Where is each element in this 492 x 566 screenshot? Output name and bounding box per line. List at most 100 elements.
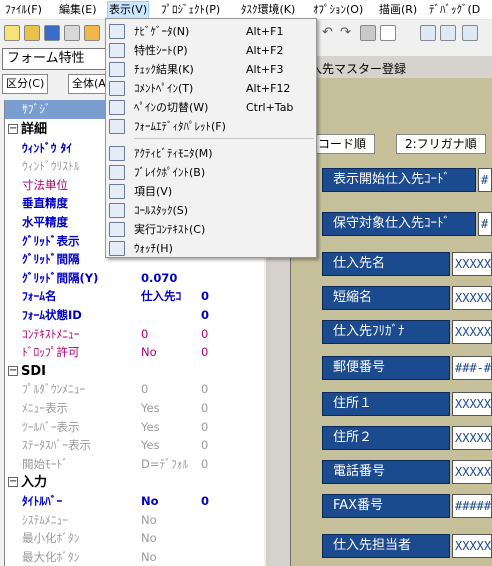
property-row[interactable]: ﾌﾟﾙﾀﾞｳﾝﾒﾆｭｰ 0 0 (5, 380, 261, 399)
redo-icon[interactable]: ↷ (340, 24, 351, 42)
menu-item-shortcut: Alt+F1 (246, 25, 284, 38)
menu-item-label: ﾁｪｯｸ結果(K) (134, 63, 194, 76)
property-row[interactable]: ﾂｰﾙﾊﾞｰ表示 Yes 0 (5, 418, 261, 437)
field-value[interactable]: ##### (452, 494, 492, 518)
property-value[interactable]: 0.070 (141, 269, 177, 288)
view-menu-item[interactable]: ｺｰﾙｽﾀｯｸ(S) (106, 201, 316, 220)
field-label[interactable]: 表示開始仕入先ｺｰﾄﾞ (322, 168, 476, 192)
watch-icon (109, 241, 125, 256)
view-menu-item[interactable]: ﾍﾟｲﾝの切替(W) Ctrl+Tab (106, 98, 316, 117)
save-icon[interactable] (44, 25, 60, 41)
property-name: ｸﾞﾘｯﾄﾞ間隔 (22, 252, 80, 267)
menu-item-shortcut: Alt+F3 (246, 63, 284, 76)
property-value[interactable]: 0 (141, 380, 148, 399)
property-row[interactable]: 最小化ﾎﾞﾀﾝ No (5, 529, 261, 548)
property-value[interactable]: Yes (141, 418, 160, 437)
menu-view[interactable]: 表示(V) (107, 1, 150, 19)
property-row[interactable]: ﾄﾞﾛｯﾌﾟ許可 No 0 (5, 343, 261, 362)
open-folder-icon[interactable] (24, 25, 40, 41)
menu-item-shortcut: Ctrl+Tab (246, 101, 294, 114)
field-value[interactable]: XXXXX (452, 320, 492, 344)
menu-item-label: ﾌｫｰﾑｴﾃﾞｨﾀﾊﾟﾚｯﾄ(F) (134, 120, 226, 133)
property-section[interactable]: − 入力 (5, 473, 261, 492)
field-label[interactable]: 保守対象仕入先ｺｰﾄﾞ (322, 212, 476, 236)
field-label[interactable]: 電話番号 (322, 460, 450, 484)
field-value[interactable]: XXXXX (452, 252, 492, 276)
field-value[interactable]: XXXXX (452, 286, 492, 310)
view-menu-item[interactable]: ﾌﾞﾚｲｸﾎﾟｲﾝﾄ(B) (106, 163, 316, 182)
field-value[interactable]: # (478, 212, 492, 236)
property-value[interactable]: D=ﾃﾞﾌｫﾙ (141, 455, 188, 474)
property-row[interactable]: ﾒﾆｭｰ表示 Yes 0 (5, 399, 261, 418)
build-icon[interactable] (84, 25, 100, 41)
property-row[interactable]: 開始ﾓｰﾄﾞ D=ﾃﾞﾌｫﾙ 0 (5, 455, 261, 474)
property-row[interactable]: ﾀｲﾄﾙﾊﾞｰ No 0 (5, 492, 261, 511)
property-row[interactable]: ｺﾝﾃｷｽﾄﾒﾆｭｰ 0 0 (5, 325, 261, 344)
window-icon[interactable] (440, 25, 456, 41)
field-value[interactable]: XXXXX (452, 426, 492, 450)
property-value[interactable]: Yes (141, 399, 160, 418)
property-name: ｽﾃｰﾀｽﾊﾞｰ表示 (22, 438, 91, 453)
property-row[interactable]: ｽﾃｰﾀｽﾊﾞｰ表示 Yes 0 (5, 436, 261, 455)
view-menu-item[interactable]: 項目(V) (106, 182, 316, 201)
menu-task-env[interactable]: ﾀｽｸ環境(K) (240, 2, 296, 18)
property-row[interactable]: ｸﾞﾘｯﾄﾞ間隔(Y) 0.070 (5, 269, 261, 288)
property-value[interactable]: No (141, 343, 157, 362)
field-value[interactable]: XXXXX (452, 392, 492, 416)
property-value[interactable]: No (141, 511, 157, 530)
view-menu-item[interactable]: 特性ｼｰﾄ(P) Alt+F2 (106, 41, 316, 60)
property-row[interactable]: ｼｽﾃﾑﾒﾆｭｰ No (5, 511, 261, 530)
split-icon[interactable] (462, 25, 478, 41)
field-label[interactable]: 住所２ (322, 426, 450, 450)
property-value[interactable]: Yes (141, 436, 160, 455)
list-view-icon[interactable] (380, 25, 396, 41)
menu-options[interactable]: ｵﾌﾟｼｮﾝ(O) (312, 2, 364, 18)
field-label[interactable]: 短縮名 (322, 286, 450, 310)
tab-category[interactable]: 区分(C) (2, 74, 49, 94)
view-menu-item[interactable]: ﾌｫｰﾑｴﾃﾞｨﾀﾊﾟﾚｯﾄ(F) (106, 117, 316, 136)
property-section[interactable]: − SDI (5, 362, 261, 381)
property-value-aux: 0 (201, 494, 210, 508)
property-value[interactable]: No (141, 529, 157, 548)
view-menu-item[interactable]: ﾅﾋﾞｹﾞｰﾀ(N) Alt+F1 (106, 22, 316, 41)
tab-furigana-order[interactable]: 2:フリガナ順 (396, 134, 486, 154)
menu-edit[interactable]: 編集(E) (58, 2, 98, 18)
property-panel-title[interactable]: フォーム特性 (2, 48, 106, 70)
property-value[interactable]: 仕入先ｺ (141, 287, 181, 306)
property-value[interactable]: No (141, 492, 159, 511)
field-label[interactable]: 郵便番号 (322, 356, 450, 380)
layout-icon[interactable] (420, 25, 436, 41)
property-row[interactable]: 最大化ﾎﾞﾀﾝ No (5, 548, 261, 566)
view-menu-item[interactable]: ｱｸﾃｨﾋﾞﾃｨﾓﾆﾀ(M) (106, 144, 316, 163)
field-label[interactable]: 住所１ (322, 392, 450, 416)
view-menu-item[interactable]: ｳｫｯﾁ(H) (106, 239, 316, 258)
property-value[interactable]: No (141, 548, 157, 566)
property-value[interactable]: 0 (141, 325, 148, 344)
view-menu-item[interactable]: ﾁｪｯｸ結果(K) Alt+F3 (106, 60, 316, 79)
field-value[interactable]: ###-# (452, 356, 492, 380)
print-icon[interactable] (64, 25, 80, 41)
menu-draw[interactable]: 描画(R) (378, 2, 418, 18)
property-name: 開始ﾓｰﾄﾞ (22, 456, 68, 471)
field-label[interactable]: FAX番号 (322, 494, 450, 518)
undo-icon[interactable]: ↶ (322, 24, 333, 42)
field-value[interactable]: # (478, 168, 492, 192)
field-label[interactable]: 仕入先名 (322, 252, 450, 276)
collapse-toggle-icon[interactable]: − (8, 124, 18, 134)
property-row[interactable]: ﾌｫｰﾑ名 仕入先ｺ 0 (5, 287, 261, 306)
field-value[interactable]: XXXXX (452, 460, 492, 484)
collapse-toggle-icon[interactable]: − (8, 365, 18, 376)
view-menu-item[interactable]: ｺﾒﾝﾄﾍﾟｲﾝ(T) Alt+F12 (106, 79, 316, 98)
view-menu-item[interactable]: 実行ｺﾝﾃｷｽﾄ(C) (106, 220, 316, 239)
find-icon[interactable] (360, 25, 376, 41)
field-label[interactable]: 仕入先ﾌﾘｶﾞﾅ (322, 320, 450, 344)
menu-debug[interactable]: ﾃﾞﾊﾞｯｸﾞ(D (428, 2, 481, 18)
menu-file[interactable]: ﾌｧｲﾙ(F) (4, 2, 43, 18)
property-row[interactable]: ﾌｫｰﾑ状態ID 0 (5, 306, 261, 325)
field-value[interactable]: XXXXX (452, 534, 492, 558)
field-label[interactable]: 仕入先担当者 (322, 534, 450, 558)
menu-project[interactable]: ﾌﾟﾛｼﾞｪｸﾄ(P) (160, 2, 221, 18)
collapse-toggle-icon[interactable]: − (8, 477, 18, 488)
new-file-icon[interactable] (4, 25, 20, 41)
property-value-aux: 0 (201, 289, 210, 304)
